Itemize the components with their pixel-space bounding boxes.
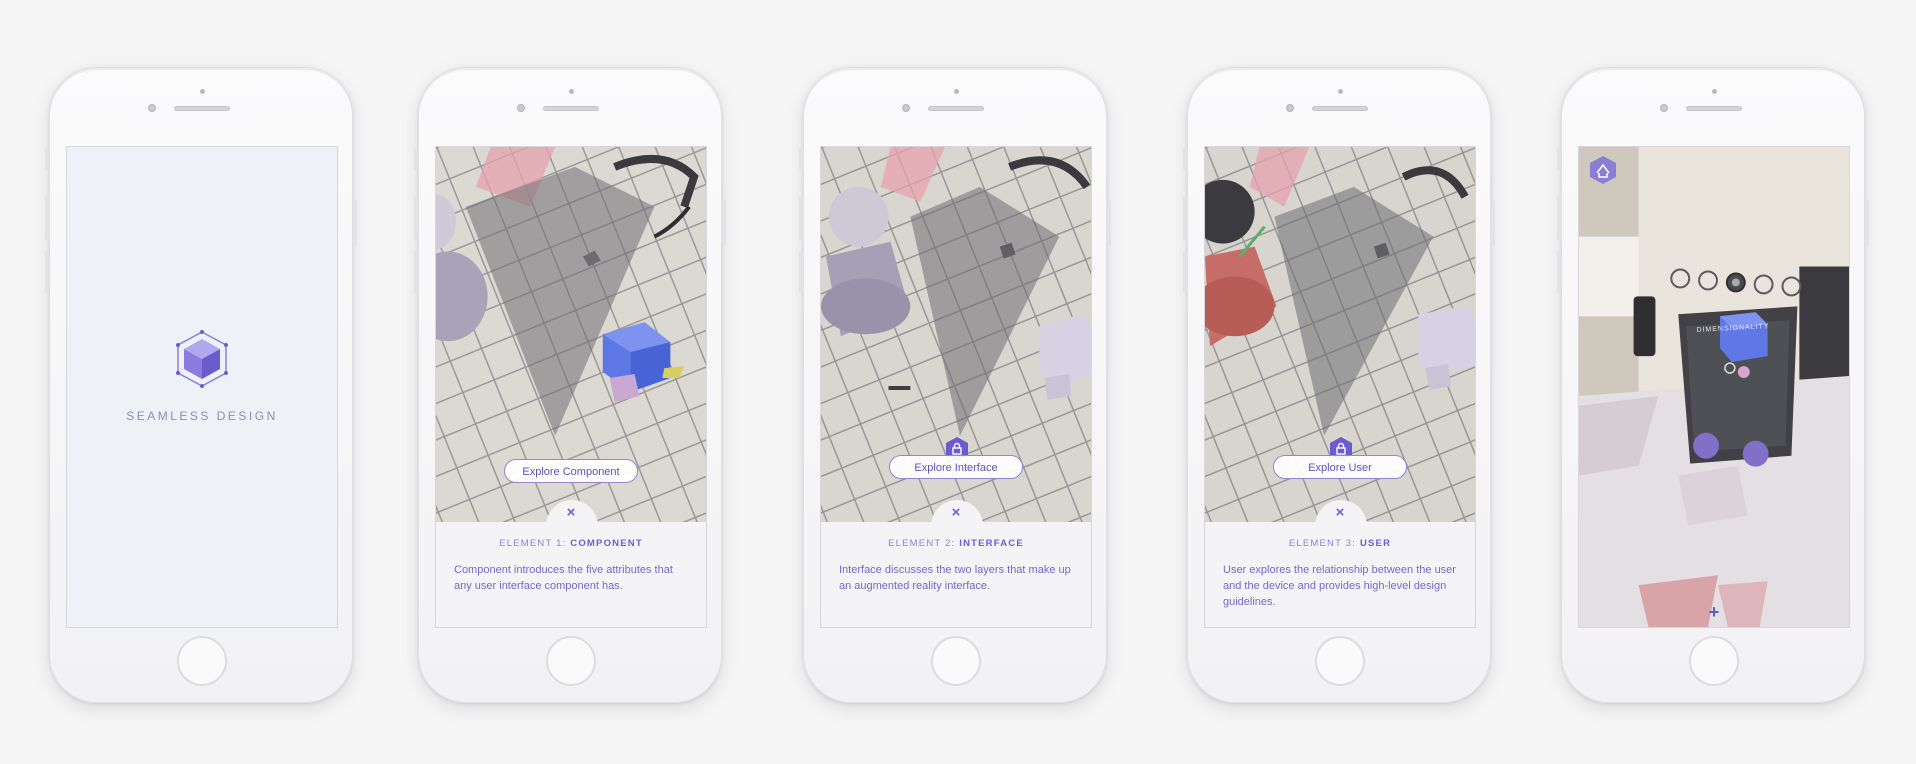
element-description: Interface discusses the two layers that …: [839, 564, 1071, 592]
phone-4: Explore User × ELEMENT 3: USER User expl…: [1183, 67, 1495, 703]
ar-screen-user: Explore User × ELEMENT 3: USER User expl…: [1204, 146, 1476, 628]
silent-switch: [414, 148, 418, 170]
home-button[interactable]: [931, 636, 981, 686]
element-title: ELEMENT 1: COMPONENT: [499, 538, 643, 549]
silent-switch: [1557, 148, 1561, 170]
close-icon[interactable]: ×: [1205, 504, 1475, 521]
front-camera: [200, 89, 205, 94]
element-name: INTERFACE: [959, 538, 1024, 549]
info-panel: × ELEMENT 3: USER User explores the rela…: [1205, 500, 1475, 627]
phone-5: DIMENSIONALITY +: [1557, 67, 1869, 703]
explore-component-button[interactable]: Explore Component: [504, 459, 638, 483]
volume-up-button: [1183, 196, 1187, 240]
front-camera: [1338, 89, 1343, 94]
explore-user-button[interactable]: Explore User: [1273, 455, 1407, 479]
ar-room-view[interactable]: [1579, 147, 1849, 627]
info-panel: × ELEMENT 2: INTERFACE Interface discuss…: [821, 500, 1091, 627]
volume-up-button: [414, 196, 418, 240]
earpiece-speaker: [1686, 106, 1742, 111]
sensor: [517, 104, 525, 112]
volume-down-button: [1183, 250, 1187, 294]
sensor: [148, 104, 156, 112]
earpiece-speaker: [928, 106, 984, 111]
home-button[interactable]: [1689, 636, 1739, 686]
power-button: [722, 200, 726, 246]
volume-up-button: [45, 196, 49, 240]
power-button: [1107, 200, 1111, 246]
power-button: [1491, 200, 1495, 246]
power-button: [353, 200, 357, 246]
home-icon[interactable]: [1589, 155, 1617, 185]
ar-screen-component: Explore Component × ELEMENT 1: COMPONENT…: [435, 146, 707, 628]
phone-2: Explore Component × ELEMENT 1: COMPONENT…: [414, 67, 726, 703]
sensor: [1286, 104, 1294, 112]
close-icon[interactable]: ×: [436, 504, 706, 521]
explore-interface-button[interactable]: Explore Interface: [889, 455, 1023, 479]
cube-logo-icon: [176, 330, 228, 388]
phone-3: Explore Interface × ELEMENT 2: INTERFACE…: [799, 67, 1111, 703]
element-title: ELEMENT 3: USER: [1288, 538, 1392, 549]
close-icon[interactable]: ×: [821, 504, 1091, 521]
front-camera: [1712, 89, 1717, 94]
volume-down-button: [414, 250, 418, 294]
volume-down-button: [799, 250, 803, 294]
home-button[interactable]: [546, 636, 596, 686]
silent-switch: [1183, 148, 1187, 170]
earpiece-speaker: [174, 106, 230, 111]
earpiece-speaker: [543, 106, 599, 111]
element-name: COMPONENT: [570, 538, 643, 549]
phone-1: SEAMLESS DESIGN: [45, 67, 357, 703]
silent-switch: [45, 148, 49, 170]
info-panel: × ELEMENT 1: COMPONENT Component introdu…: [436, 500, 706, 627]
silent-switch: [799, 148, 803, 170]
home-button[interactable]: [177, 636, 227, 686]
volume-up-button: [1557, 196, 1561, 240]
volume-up-button: [799, 196, 803, 240]
front-camera: [954, 89, 959, 94]
element-description: User explores the relationship between t…: [1223, 564, 1456, 608]
volume-down-button: [1557, 250, 1561, 294]
earpiece-speaker: [1312, 106, 1368, 111]
element-description: Component introduces the five attributes…: [454, 564, 673, 592]
power-button: [1865, 200, 1869, 246]
ar-room-screen: DIMENSIONALITY +: [1578, 146, 1850, 628]
front-camera: [569, 89, 574, 94]
volume-down-button: [45, 250, 49, 294]
ar-screen-interface: Explore Interface × ELEMENT 2: INTERFACE…: [820, 146, 1092, 628]
add-icon[interactable]: +: [1579, 602, 1849, 623]
app-title: SEAMLESS DESIGN: [126, 409, 278, 423]
element-title: ELEMENT 2: INTERFACE: [888, 538, 1024, 549]
home-button[interactable]: [1315, 636, 1365, 686]
sensor: [902, 104, 910, 112]
sensor: [1660, 104, 1668, 112]
element-name: USER: [1359, 538, 1392, 549]
splash-screen: SEAMLESS DESIGN: [66, 146, 338, 628]
